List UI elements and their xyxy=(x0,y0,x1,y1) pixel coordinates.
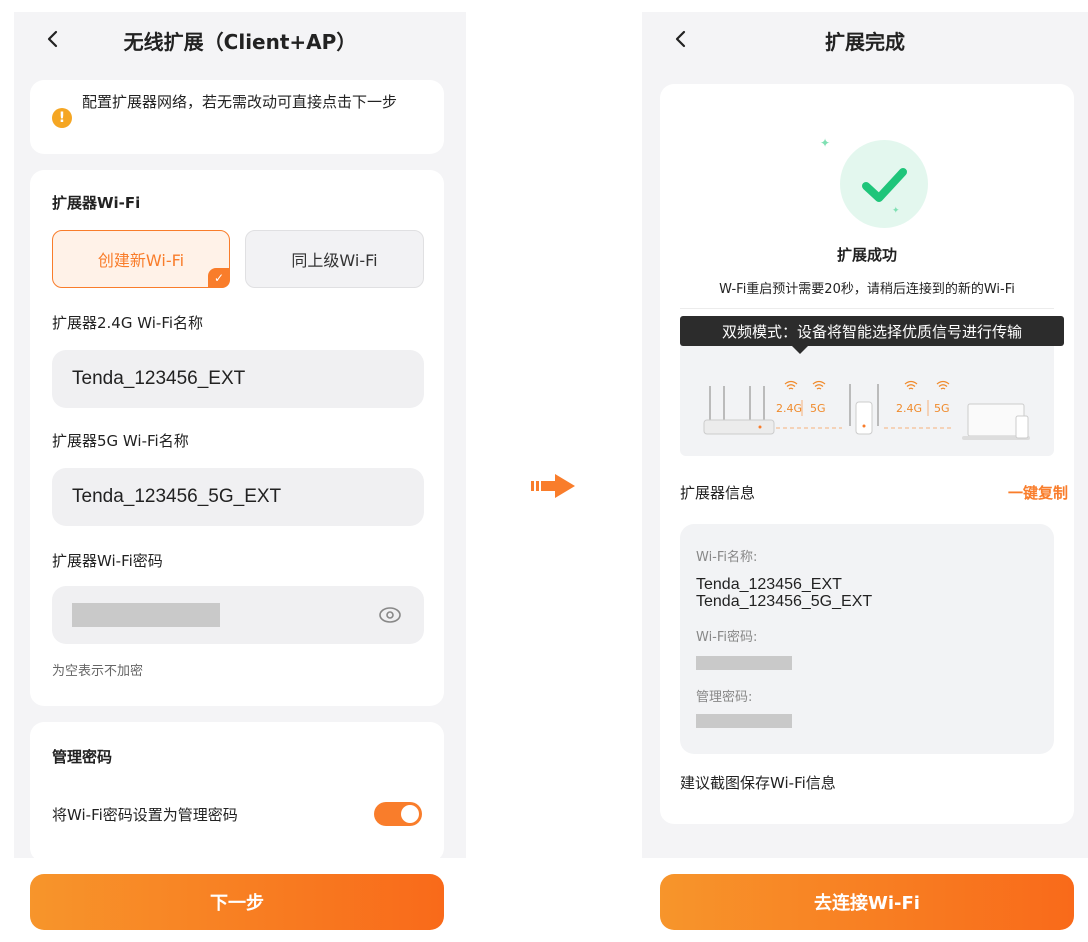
check-icon xyxy=(862,168,907,202)
password-mask xyxy=(72,603,220,627)
connect-wifi-button[interactable]: 去连接Wi-Fi xyxy=(660,874,1074,930)
info-header: 扩展器信息 xyxy=(680,484,756,502)
divider xyxy=(680,308,1054,309)
page-title: 扩展完成 xyxy=(825,30,905,54)
wifi-password-mask xyxy=(696,656,792,670)
sparkle-icon: ✦ xyxy=(820,136,831,150)
bottom-bar: 去连接Wi-Fi xyxy=(642,858,1088,942)
success-title: 扩展成功 xyxy=(836,246,897,264)
notice-text: 配置扩展器网络，若无需改动可直接点击下一步 xyxy=(82,93,398,111)
wifi-name-key: Wi-Fi名称: xyxy=(696,550,758,565)
wifi-signal-icon xyxy=(904,380,918,390)
success-icon xyxy=(840,140,928,228)
password-hint: 为空表示不加密 xyxy=(52,664,144,679)
wifi-name-24g: Tenda_123456_EXT xyxy=(696,576,842,593)
screenshot-tip: 建议截图保存Wi-Fi信息 xyxy=(680,774,836,792)
admin-password-key: 管理密码: xyxy=(696,690,753,705)
ssid-5g-input[interactable] xyxy=(52,468,424,526)
band-label: 5G xyxy=(810,402,826,415)
header: 扩展完成 xyxy=(642,12,1088,68)
section-title-wifi: 扩展器Wi-Fi xyxy=(52,194,141,212)
dual-band-banner: 双频模式：设备将智能选择优质信号进行传输 xyxy=(680,316,1064,346)
wifi-signal-icon xyxy=(784,380,798,390)
mode-new-wifi-button[interactable]: 创建新Wi-Fi ✓ xyxy=(52,230,230,288)
admin-password-toggle[interactable] xyxy=(374,802,422,826)
copy-button[interactable]: 一键复制 xyxy=(1008,482,1068,503)
left-screen: 无线扩展（Client+AP） ! 配置扩展器网络，若无需改动可直接点击下一步 … xyxy=(14,12,466,942)
wifi-card: 扩展器Wi-Fi 创建新Wi-Fi ✓ 同上级Wi-Fi 扩展器2.4G Wi-… xyxy=(30,170,444,706)
banner-pointer xyxy=(792,346,808,354)
success-subtitle: W-Fi重启预计需要20秒，请稍后连接到的新的Wi-Fi xyxy=(719,282,1015,297)
header: 无线扩展（Client+AP） xyxy=(14,12,466,68)
sparkle-icon: ✦ xyxy=(892,206,900,216)
check-icon: ✓ xyxy=(208,268,230,288)
toggle-knob xyxy=(401,805,419,823)
arrow-right-icon xyxy=(531,474,575,498)
ssid-24g-input[interactable] xyxy=(52,350,424,408)
notice-card: ! 配置扩展器网络，若无需改动可直接点击下一步 xyxy=(30,80,444,154)
mode-same-wifi-label: 同上级Wi-Fi xyxy=(291,251,378,270)
bottom-bar: 下一步 xyxy=(14,858,466,942)
wifi-signal-icon xyxy=(936,380,950,390)
wifi-signal-icon xyxy=(812,380,826,390)
eye-icon[interactable] xyxy=(378,603,402,627)
ssid-5g-label: 扩展器5G Wi-Fi名称 xyxy=(52,432,189,450)
toggle-label: 将Wi-Fi密码设置为管理密码 xyxy=(52,806,238,824)
band-label: 2.4G xyxy=(776,402,803,415)
password-input[interactable] xyxy=(52,586,424,644)
admin-card: 管理密码 将Wi-Fi密码设置为管理密码 xyxy=(30,722,444,862)
mode-same-wifi-button[interactable]: 同上级Wi-Fi xyxy=(245,230,424,288)
section-title-admin: 管理密码 xyxy=(52,748,113,766)
admin-password-mask xyxy=(696,714,792,728)
info-box: Wi-Fi名称: Tenda_123456_EXT Tenda_123456_5… xyxy=(680,524,1054,754)
ssid-24g-label: 扩展器2.4G Wi-Fi名称 xyxy=(52,314,204,332)
warning-icon: ! xyxy=(52,108,72,128)
mode-new-wifi-label: 创建新Wi-Fi xyxy=(97,251,185,270)
wifi-name-5g: Tenda_123456_5G_EXT xyxy=(696,593,873,610)
right-screen: 扩展完成 ✦ ✦ 扩展成功 W-Fi重启预计需要20秒，请稍后连接到的新的Wi-… xyxy=(642,12,1088,942)
wifi-password-key: Wi-Fi密码: xyxy=(696,630,758,645)
page-title: 无线扩展（Client+AP） xyxy=(123,30,357,54)
next-button[interactable]: 下一步 xyxy=(30,874,444,930)
band-label: 2.4G xyxy=(896,402,923,415)
password-label: 扩展器Wi-Fi密码 xyxy=(52,552,163,570)
band-label: 5G xyxy=(934,402,950,415)
